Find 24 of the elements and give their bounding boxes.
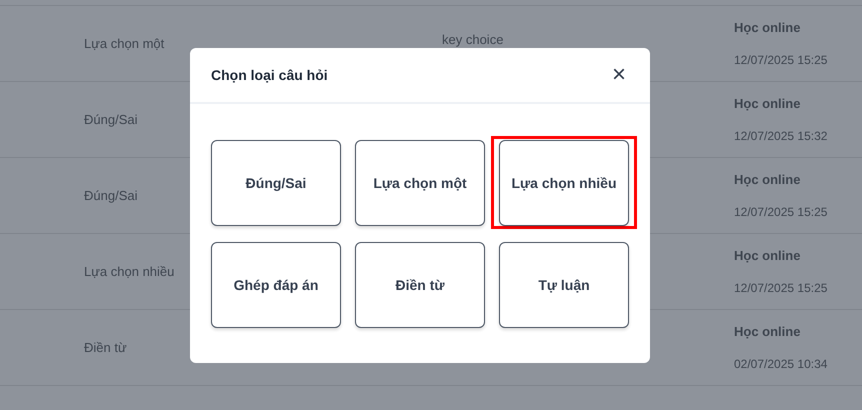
- question-type-cell-text: Lựa chọn nhiều: [84, 262, 176, 281]
- question-type-cell-text: Đúng/Sai: [84, 186, 138, 205]
- timestamp: 12/07/2025 15:25: [734, 52, 828, 70]
- timestamp: 12/07/2025 15:25: [734, 280, 828, 298]
- close-button[interactable]: ×: [608, 64, 630, 86]
- source-label: Học online: [734, 170, 802, 189]
- question-type-option[interactable]: Tự luận: [499, 242, 629, 328]
- source-label: Học online: [734, 18, 802, 37]
- question-type-option[interactable]: Đúng/Sai: [211, 140, 341, 226]
- question-type-option[interactable]: Ghép đáp án: [211, 242, 341, 328]
- answer-key-cell-text: key choice: [442, 31, 504, 49]
- timestamp: 12/07/2025 15:32: [734, 128, 828, 146]
- question-type-cell-text: Điền từ: [84, 338, 128, 357]
- question-type-cell-text: Lựa chọn một: [84, 34, 166, 53]
- source-label: Học online: [734, 246, 802, 265]
- timestamp: 12/07/2025 15:25: [734, 204, 828, 222]
- question-type-option[interactable]: Lựa chọn nhiều: [499, 140, 629, 226]
- dialog-title: Chọn loại câu hỏi: [211, 66, 328, 84]
- question-type-option[interactable]: Điền từ: [355, 242, 485, 328]
- source-label: Học online: [734, 322, 802, 341]
- question-type-option[interactable]: Lựa chọn một: [355, 140, 485, 226]
- question-type-cell-text: Đúng/Sai: [84, 110, 138, 129]
- source-label: Học online: [734, 94, 802, 113]
- timestamp: 02/07/2025 10:34: [734, 356, 828, 374]
